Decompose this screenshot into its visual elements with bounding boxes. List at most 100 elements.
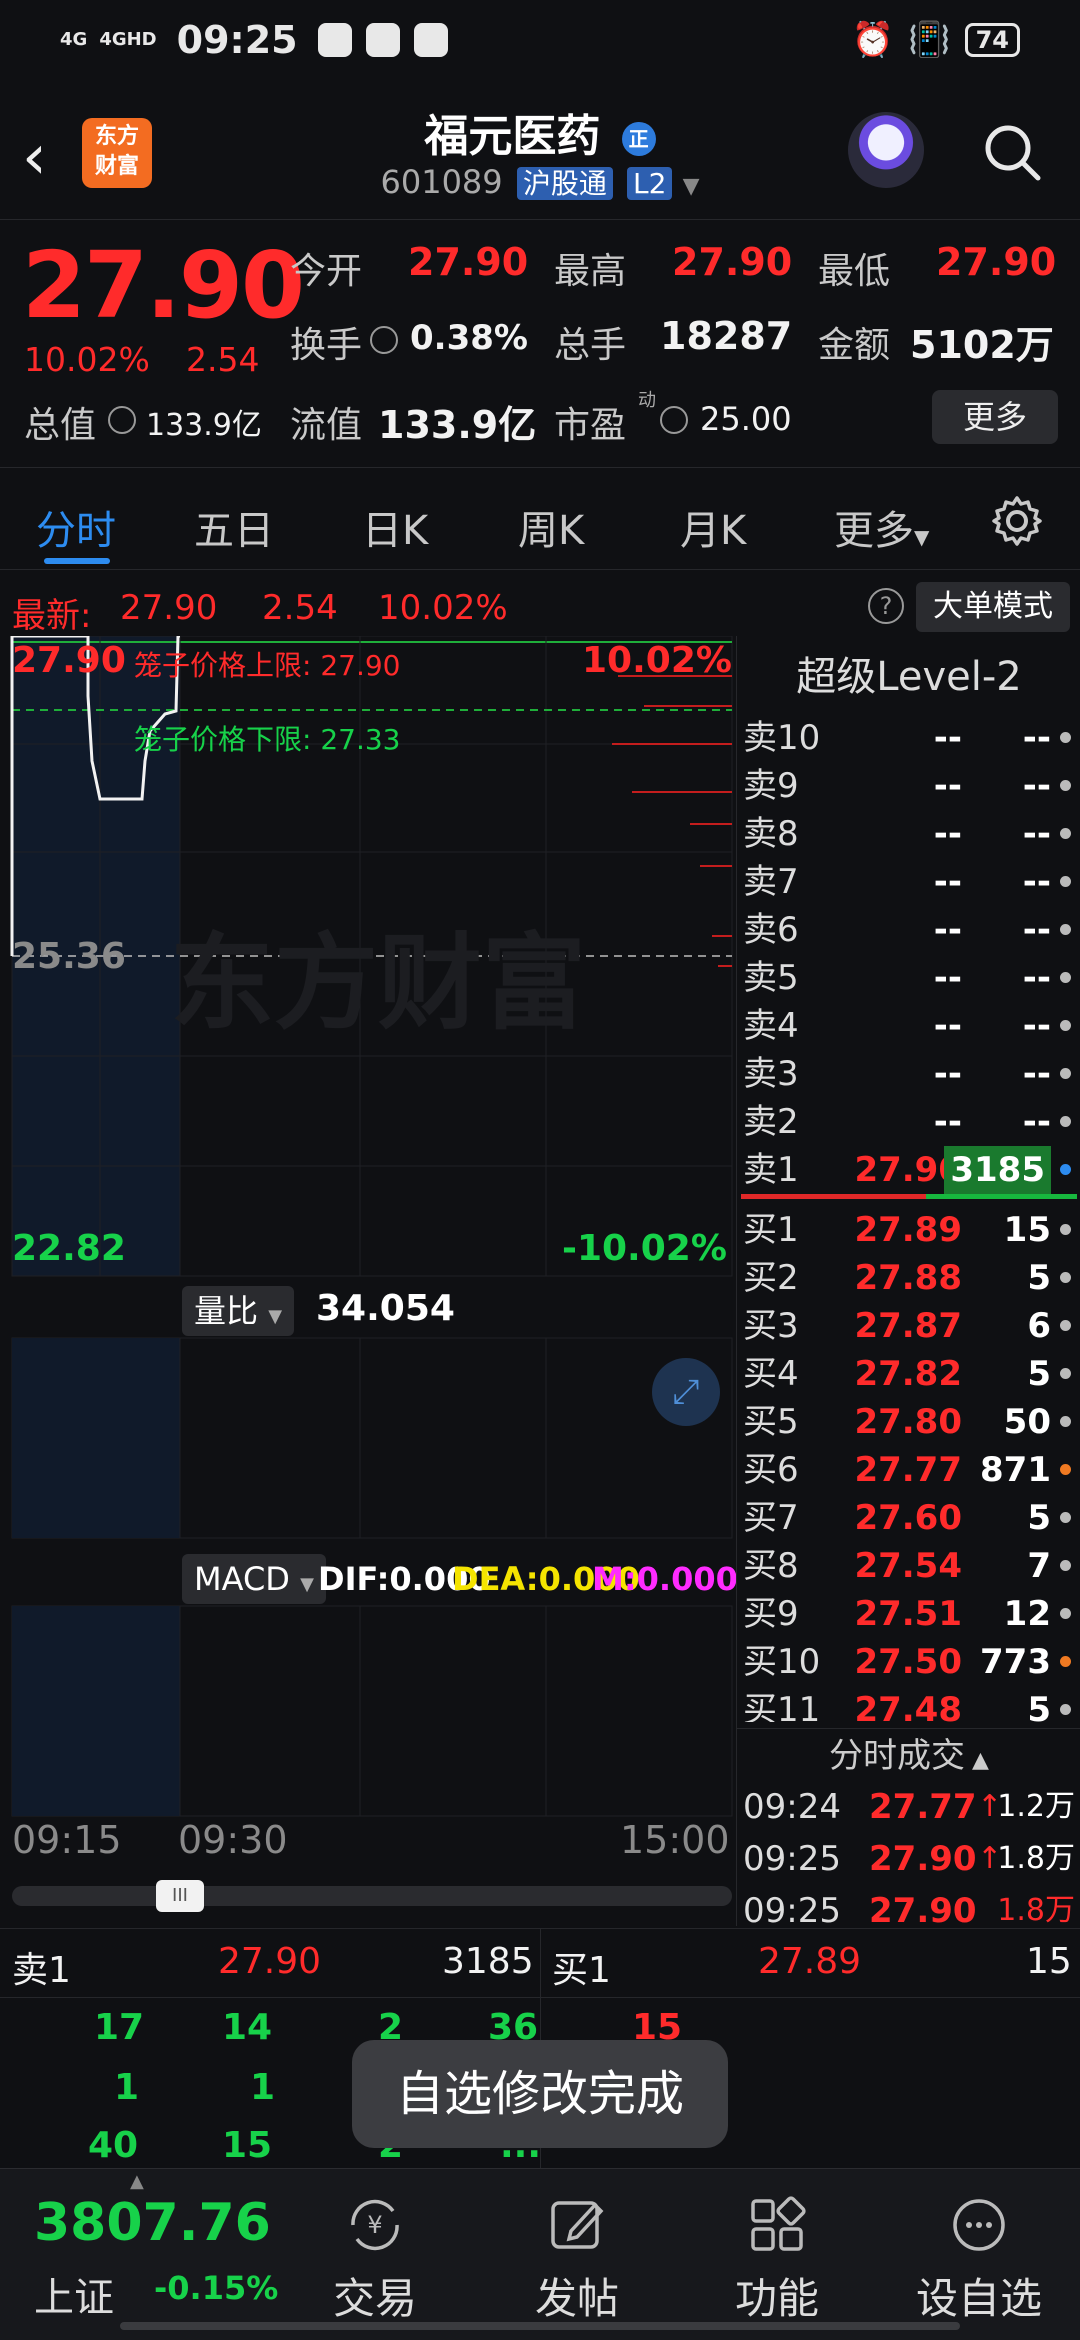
open-label: 今开 (290, 251, 363, 292)
pe-superscript: 动 (638, 390, 656, 411)
bid-row[interactable]: 买11 27.48 5 (737, 1686, 1080, 1722)
nav-functions[interactable]: 功能 (702, 2169, 852, 2340)
ask-row[interactable]: 卖4 -- -- (737, 1002, 1080, 1050)
intraday-chart[interactable]: 27.90 笼子价格上限: 27.90 笼子价格下限: 27.33 10.02%… (0, 636, 738, 1926)
tab-daily-k[interactable]: 日K (362, 498, 428, 556)
bid-row[interactable]: 买7 27.60 5 (737, 1494, 1080, 1542)
volume-value: 18287 (660, 314, 793, 358)
bid-row[interactable]: 买6 27.77 871 (737, 1446, 1080, 1494)
bid-row[interactable]: 买10 27.50 773 (737, 1638, 1080, 1686)
ask-label: 卖2 (743, 1102, 799, 1142)
chevron-down-icon: ▼ (682, 174, 700, 199)
bid-label: 买11 (743, 1690, 821, 1722)
bid-label: 买8 (743, 1546, 799, 1586)
time-mid: 09:30 (178, 1818, 288, 1862)
tick-volume: 1.2万 (997, 1789, 1075, 1824)
info-icon[interactable] (108, 406, 136, 434)
cage-upper-limit: 笼子价格上限: 27.90 (134, 649, 401, 682)
search-icon[interactable] (980, 120, 1044, 184)
tab-five-day[interactable]: 五日 (194, 498, 274, 556)
ask-qty: -- (1022, 1006, 1051, 1046)
queue-cell: 15 (222, 2125, 273, 2166)
toast-message: 自选修改完成 (352, 2040, 728, 2148)
bid-price: 27.51 (854, 1594, 962, 1634)
tick-trades-title[interactable]: 分时成交 ▲ (737, 1728, 1080, 1777)
bid-row[interactable]: 买8 27.54 7 (737, 1542, 1080, 1590)
ask-price: -- (933, 718, 962, 758)
latest-row: 最新: 27.90 2.54 10.02% ? 大单模式 (0, 580, 1080, 636)
tab-intraday[interactable]: 分时 (36, 498, 116, 556)
ask-row[interactable]: 卖10 -- -- (737, 714, 1080, 762)
ask-row[interactable]: 卖8 -- -- (737, 810, 1080, 858)
ask-label: 卖7 (743, 862, 799, 902)
index-value[interactable]: 3807.76 (34, 2193, 271, 2253)
latest-label: 最新: (12, 596, 92, 636)
queue-cell: 1 (250, 2067, 276, 2108)
tab-weekly-k[interactable]: 周K (518, 498, 584, 556)
battery-indicator: 74 (964, 23, 1020, 57)
bid-row[interactable]: 买2 27.88 5 (737, 1254, 1080, 1302)
order-book-title[interactable]: 超级Level-2 (737, 644, 1080, 702)
tick-time: 09:25 (743, 1839, 841, 1879)
network-indicator-2: 4GHD (99, 30, 156, 50)
ask-row[interactable]: 卖3 -- -- (737, 1050, 1080, 1098)
market-cap-value: 133.9亿 (146, 408, 262, 443)
index-name[interactable]: 上证 (34, 2265, 114, 2323)
bid-row[interactable]: 买1 27.89 15 (737, 1206, 1080, 1254)
time-slider-handle[interactable]: III (156, 1880, 204, 1912)
ask-row[interactable]: 卖7 -- -- (737, 858, 1080, 906)
queue-buy-price: 27.89 (758, 1941, 862, 1982)
more-button[interactable]: 更多 (932, 390, 1058, 444)
bid-price: 27.88 (854, 1258, 962, 1298)
ask-row[interactable]: 卖6 -- -- (737, 906, 1080, 954)
quote-panel: 27.90 10.02% 2.54 今开 27.90 最高 27.90 最低 2… (0, 222, 1080, 468)
tab-more[interactable]: 更多▼ (834, 498, 929, 556)
bid-row[interactable]: 买3 27.87 6 (737, 1302, 1080, 1350)
gear-icon[interactable] (990, 494, 1044, 548)
info-icon[interactable] (660, 406, 688, 434)
bid-qty: 50 (1003, 1402, 1051, 1442)
big-order-mode-button[interactable]: 大单模式 (916, 582, 1070, 632)
upper-price-label: 27.90 (12, 640, 126, 681)
bid-ask-ratio-bar (741, 1194, 1077, 1199)
queue-cell: 1 (114, 2067, 140, 2108)
bid-label: 买4 (743, 1354, 799, 1394)
ask-qty: -- (1022, 910, 1051, 950)
nav-add-watchlist[interactable]: 设自选 (904, 2169, 1054, 2340)
bid-row[interactable]: 买4 27.82 5 (737, 1350, 1080, 1398)
ask-label: 卖10 (743, 718, 821, 758)
macd-dropdown[interactable]: MACD ▼ (182, 1554, 326, 1604)
latest-change: 2.54 (262, 588, 338, 628)
bid-row[interactable]: 买5 27.80 50 (737, 1398, 1080, 1446)
level-tag: L2 (627, 167, 673, 200)
time-start: 09:15 (12, 1818, 122, 1862)
ask-row[interactable]: 卖2 -- -- (737, 1098, 1080, 1146)
market-cap-label: 总值 (24, 405, 97, 446)
tab-monthly-k[interactable]: 月K (680, 498, 746, 556)
robot-avatar[interactable] (848, 112, 924, 188)
nav-trade[interactable]: ¥ 交易 (300, 2169, 450, 2340)
info-icon[interactable] (370, 326, 398, 354)
volume-ratio-dropdown[interactable]: 量比 ▼ (182, 1286, 295, 1336)
ask-qty: -- (1022, 766, 1051, 806)
nav-post[interactable]: 发帖 (502, 2169, 652, 2340)
ask-row[interactable]: 卖9 -- -- (737, 762, 1080, 810)
order-dot-icon (1060, 780, 1071, 791)
bid-row[interactable]: 买9 27.51 12 (737, 1590, 1080, 1638)
ask-label: 卖3 (743, 1054, 799, 1094)
order-dot-icon (1060, 1656, 1071, 1667)
caret-down-icon: ▼ (268, 1306, 283, 1327)
order-dot-icon (1060, 1368, 1071, 1379)
divider (0, 1997, 1080, 1998)
order-dot-icon (1060, 1608, 1071, 1619)
network-1-label: 4G (60, 29, 88, 50)
tick-price: 27.90 (869, 1839, 977, 1879)
ask-price: -- (933, 1102, 962, 1142)
ask-row[interactable]: 卖5 -- -- (737, 954, 1080, 1002)
ask-row[interactable]: 卖1 27.90 3185 (737, 1146, 1080, 1194)
expand-icon[interactable]: ⤢ (652, 1358, 720, 1426)
bottom-nav: ▲ 3807.76 上证 -0.15% ¥ 交易 发帖 功能 设自选 (0, 2168, 1080, 2340)
help-icon[interactable]: ? (868, 588, 904, 624)
ask-price: 27.90 (854, 1150, 962, 1190)
caret-down-icon: ▼ (914, 525, 930, 549)
